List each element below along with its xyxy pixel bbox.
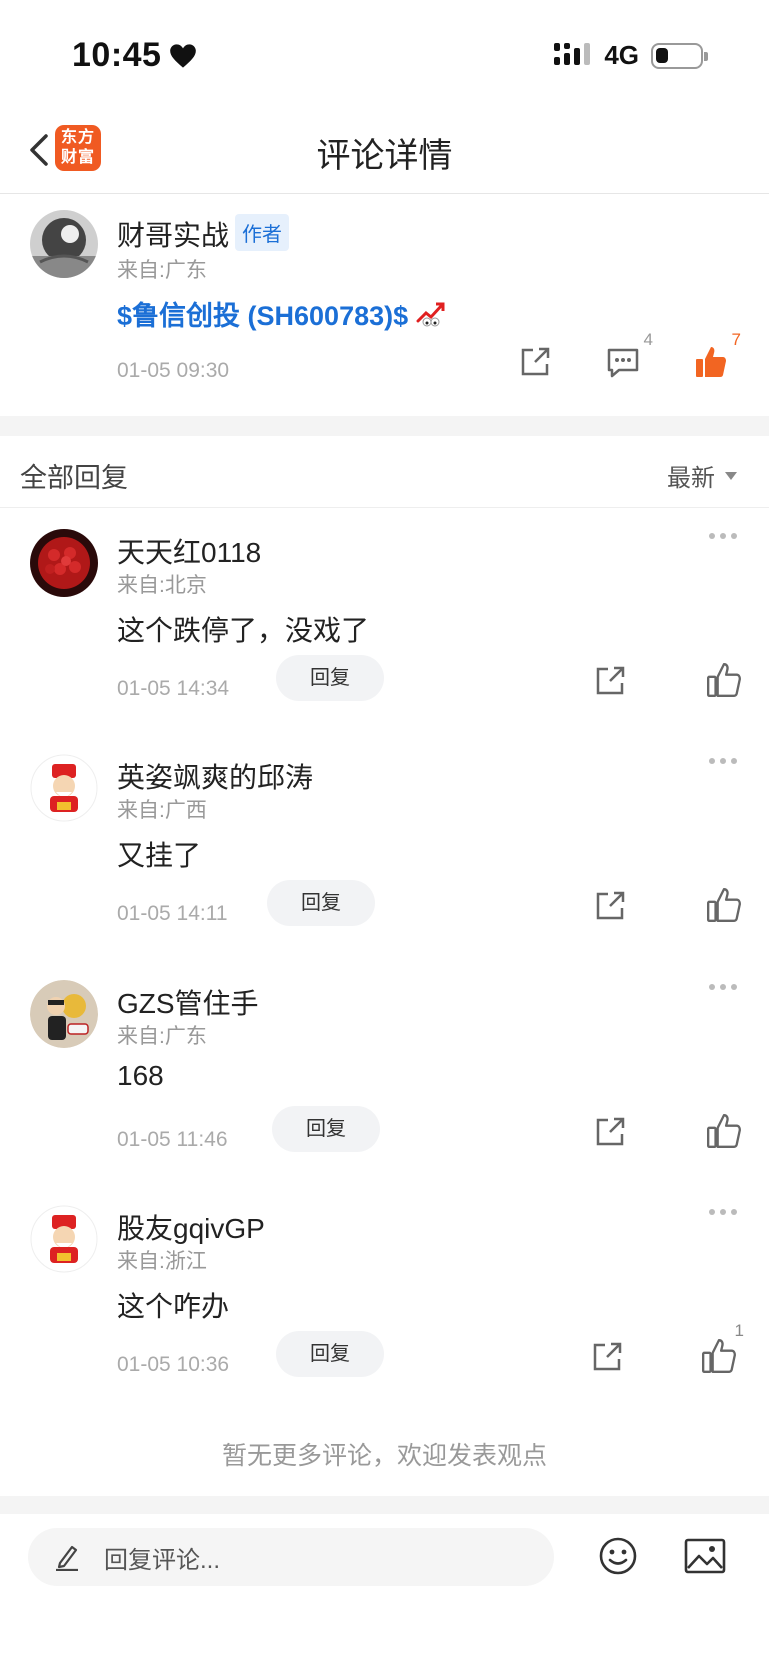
network-label: 4G — [604, 40, 639, 70]
section-divider — [0, 416, 769, 436]
author-badge: 作者 — [235, 214, 290, 251]
no-more-comments: 暂无更多评论，欢迎发表观点 — [221, 1442, 547, 1470]
post-actions: 4 7 — [517, 330, 741, 380]
reply-time: 01-05 14:34 — [117, 677, 230, 700]
page-title: 评论详情 — [316, 137, 453, 175]
avatar[interactable] — [30, 1205, 98, 1273]
replies-title: 全部回复 — [20, 463, 128, 493]
reply-button[interactable]: 回复 — [276, 655, 384, 701]
reply-item: GZS管住手 来自:广东 168 01-05 11:46 回复 — [0, 960, 769, 1185]
reply-username[interactable]: 天天红0118 — [117, 531, 261, 571]
reply-like-count: 1 — [734, 1321, 744, 1340]
stock-link-text[interactable]: $鲁信创投 (SH600783)$ — [117, 294, 408, 333]
like-count: 7 — [731, 330, 741, 349]
post-time: 01-05 09:30 — [117, 359, 230, 382]
share-icon[interactable] — [592, 888, 628, 924]
reply-username[interactable]: GZS管住手 — [117, 982, 259, 1022]
reply-button[interactable]: 回复 — [272, 1106, 380, 1152]
comment-input-placeholder[interactable]: 回复评论... — [104, 1540, 220, 1575]
reply-text: 又挂了 — [117, 840, 202, 871]
chevron-down-icon — [725, 471, 737, 480]
status-bar: 10:45 4G — [0, 0, 769, 110]
bottom-divider — [0, 1496, 769, 1514]
nav-bar: 东方 财富 评论详情 — [0, 110, 769, 194]
share-button[interactable] — [517, 344, 553, 380]
bottom-bar: 回复评论... — [0, 1514, 769, 1665]
stock-link[interactable]: $鲁信创投 (SH600783)$ — [117, 294, 446, 333]
heart-icon — [170, 43, 197, 68]
thumbs-up-icon[interactable] — [705, 886, 743, 924]
reply-time: 01-05 11:46 — [117, 1128, 228, 1151]
trending-up-emoji-icon — [416, 302, 445, 326]
reply-username[interactable]: 英姿飒爽的邱涛 — [117, 756, 313, 796]
thumbs-up-icon — [702, 1339, 736, 1373]
reply-location: 来自:广西 — [117, 799, 207, 822]
post-username[interactable]: 财哥实战 作者 — [117, 214, 290, 254]
like-button[interactable]: 7 — [693, 330, 741, 380]
reply-username[interactable]: 股友gqivGP — [117, 1207, 265, 1247]
main-post: 财哥实战 作者 来自:广东 $鲁信创投 (SH600783)$ 01-05 09:… — [0, 194, 769, 416]
reply-button[interactable]: 回复 — [267, 880, 375, 926]
reply-text: 这个跌停了，没戏了 — [117, 615, 370, 646]
reply-button[interactable]: 回复 — [276, 1331, 384, 1377]
replies-header: 全部回复 最新 — [0, 436, 769, 508]
image-icon[interactable] — [684, 1538, 726, 1574]
reply-location: 来自:广东 — [117, 1025, 207, 1048]
thumbs-up-icon[interactable] — [705, 1112, 743, 1150]
share-icon[interactable] — [589, 1339, 625, 1375]
sort-label[interactable]: 最新 — [667, 458, 715, 493]
status-right: 4G — [554, 40, 708, 71]
signal-icon — [554, 42, 591, 65]
comment-button[interactable]: 4 — [605, 330, 653, 380]
share-icon[interactable] — [592, 663, 628, 699]
avatar[interactable] — [30, 210, 98, 278]
share-icon[interactable] — [592, 1114, 628, 1150]
more-options-icon[interactable] — [709, 984, 737, 990]
avatar[interactable] — [30, 980, 98, 1048]
reply-time: 01-05 14:11 — [117, 902, 228, 925]
thumbs-up-filled-icon — [696, 347, 726, 377]
comment-count: 4 — [643, 330, 653, 349]
comment-input[interactable]: 回复评论... — [28, 1528, 554, 1586]
like-button[interactable]: 1 — [700, 1321, 744, 1375]
post-username-text[interactable]: 财哥实战 — [117, 220, 229, 251]
more-options-icon[interactable] — [709, 1209, 737, 1215]
post-location: 来自:广东 — [117, 259, 207, 282]
more-options-icon[interactable] — [709, 533, 737, 539]
reply-item: 英姿飒爽的邱涛 来自:广西 又挂了 01-05 14:11 回复 — [0, 734, 769, 959]
reply-location: 来自:浙江 — [117, 1250, 207, 1273]
reply-location: 来自:北京 — [117, 574, 207, 597]
comment-icon — [607, 348, 639, 378]
reply-time: 01-05 10:36 — [117, 1353, 230, 1376]
status-time: 10:45 — [72, 36, 197, 75]
avatar[interactable] — [30, 754, 98, 822]
reply-item: 股友gqivGP 来自:浙江 这个咋办 01-05 10:36 回复 1 — [0, 1185, 769, 1410]
emoji-icon[interactable] — [598, 1536, 638, 1576]
reply-item: 天天红0118 来自:北京 这个跌停了，没戏了 01-05 14:34 回复 — [0, 509, 769, 734]
pencil-icon — [56, 1545, 78, 1571]
more-options-icon[interactable] — [709, 758, 737, 764]
reply-text: 这个咋办 — [117, 1291, 230, 1322]
reply-text: 168 — [117, 1060, 164, 1091]
avatar[interactable] — [30, 529, 98, 597]
sort-dropdown[interactable]: 最新 — [667, 458, 737, 493]
status-time-text: 10:45 — [72, 36, 162, 74]
thumbs-up-icon[interactable] — [705, 661, 743, 699]
battery-icon — [651, 42, 708, 69]
share-icon — [521, 347, 550, 376]
